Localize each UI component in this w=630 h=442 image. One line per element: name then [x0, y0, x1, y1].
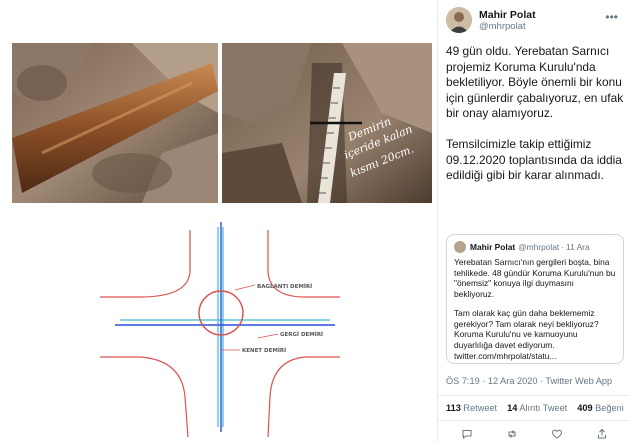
- heart-icon: [552, 429, 563, 439]
- cistern-photo-right-image: Demirin içeride kalan kısmı 20cm.: [222, 43, 432, 203]
- likes-count: 409: [577, 403, 593, 413]
- tweet-media[interactable]: Demirin içeride kalan kısmı 20cm. BAGLAN…: [0, 0, 437, 442]
- quotes-count: 14: [507, 403, 518, 413]
- divider: [438, 395, 630, 396]
- rebar-diagram-drawing: BAGLANTI DEMİRİ GERGİ DEMİRİ KENET DEMİR…: [100, 222, 340, 438]
- quoted-author-avatar: [454, 241, 466, 253]
- tweet-actions: [438, 427, 630, 441]
- tweet-timestamp[interactable]: ÖS 7:19 · 12 Ara 2020 · Twitter Web App: [446, 376, 612, 386]
- quoted-tweet-header: Mahir Polat @mhrpolat · 11 Ara: [454, 241, 616, 253]
- quoted-date: 11 Ara: [566, 242, 590, 252]
- quotes-stat[interactable]: 14 Alıntı Tweet: [507, 403, 567, 413]
- quoted-paragraph-1: Yerebatan Sarnıcı'nın gergileri boşta, b…: [454, 257, 616, 300]
- cistern-photo-right[interactable]: Demirin içeride kalan kısmı 20cm.: [222, 43, 432, 203]
- divider: [438, 420, 630, 421]
- tweet-text: 49 gün oldu. Yerebatan Sarnıcı projemiz …: [446, 44, 628, 184]
- tweet-author-row: Mahir Polat @mhrpolat •••: [446, 7, 626, 35]
- rebar-diagram[interactable]: BAGLANTI DEMİRİ GERGİ DEMİRİ KENET DEMİR…: [100, 222, 340, 438]
- cistern-photo-left-image: [12, 43, 218, 203]
- retweets-stat[interactable]: 113 Retweet: [446, 403, 497, 413]
- tweet-stats: 113 Retweet 14 Alıntı Tweet 409 Beğeni: [446, 403, 624, 413]
- share-icon: [598, 428, 607, 439]
- reply-icon: [462, 430, 472, 440]
- likes-label: Beğeni: [595, 403, 624, 413]
- author-avatar[interactable]: [446, 7, 472, 33]
- retweets-label: Retweet: [463, 403, 498, 413]
- author-name[interactable]: Mahir Polat: [479, 9, 536, 21]
- author-handle[interactable]: @mhrpolat: [479, 21, 526, 32]
- quoted-author-name: Mahir Polat: [470, 242, 516, 252]
- share-button[interactable]: [595, 427, 609, 441]
- retweet-icon: [508, 430, 516, 438]
- retweets-count: 113: [446, 403, 461, 413]
- label-gergi: GERGİ DEMİRİ: [280, 331, 323, 338]
- label-baglanti: BAGLANTI DEMİRİ: [257, 283, 312, 290]
- quoted-separator: ·: [561, 242, 565, 252]
- quotes-label: Alıntı Tweet: [519, 403, 568, 413]
- reply-button[interactable]: [460, 427, 474, 441]
- quoted-author-handle: @mhrpolat: [518, 242, 560, 252]
- more-dots-icon[interactable]: •••: [605, 10, 618, 24]
- tweet-panel: Mahir Polat @mhrpolat ••• 49 gün oldu. Y…: [437, 0, 630, 442]
- tweet-paragraph-1: 49 gün oldu. Yerebatan Sarnıcı projemiz …: [446, 44, 624, 121]
- quoted-paragraph-2: Tam olarak kaç gün daha beklememiz gerek…: [454, 307, 599, 361]
- quoted-tweet-text: Yerebatan Sarnıcı'nın gergileri boşta, b…: [454, 257, 616, 361]
- quoted-tweet[interactable]: Mahir Polat @mhrpolat · 11 Ara Yerebatan…: [446, 234, 624, 364]
- like-button[interactable]: [550, 427, 564, 441]
- label-kenet: KENET DEMİRİ: [242, 347, 286, 354]
- tweet-paragraph-2: Temsilcimizle takip ettiğimiz 09.12.2020…: [446, 136, 622, 183]
- cistern-photo-left[interactable]: [12, 43, 218, 203]
- likes-stat[interactable]: 409 Beğeni: [577, 403, 624, 413]
- retweet-button[interactable]: [505, 427, 519, 441]
